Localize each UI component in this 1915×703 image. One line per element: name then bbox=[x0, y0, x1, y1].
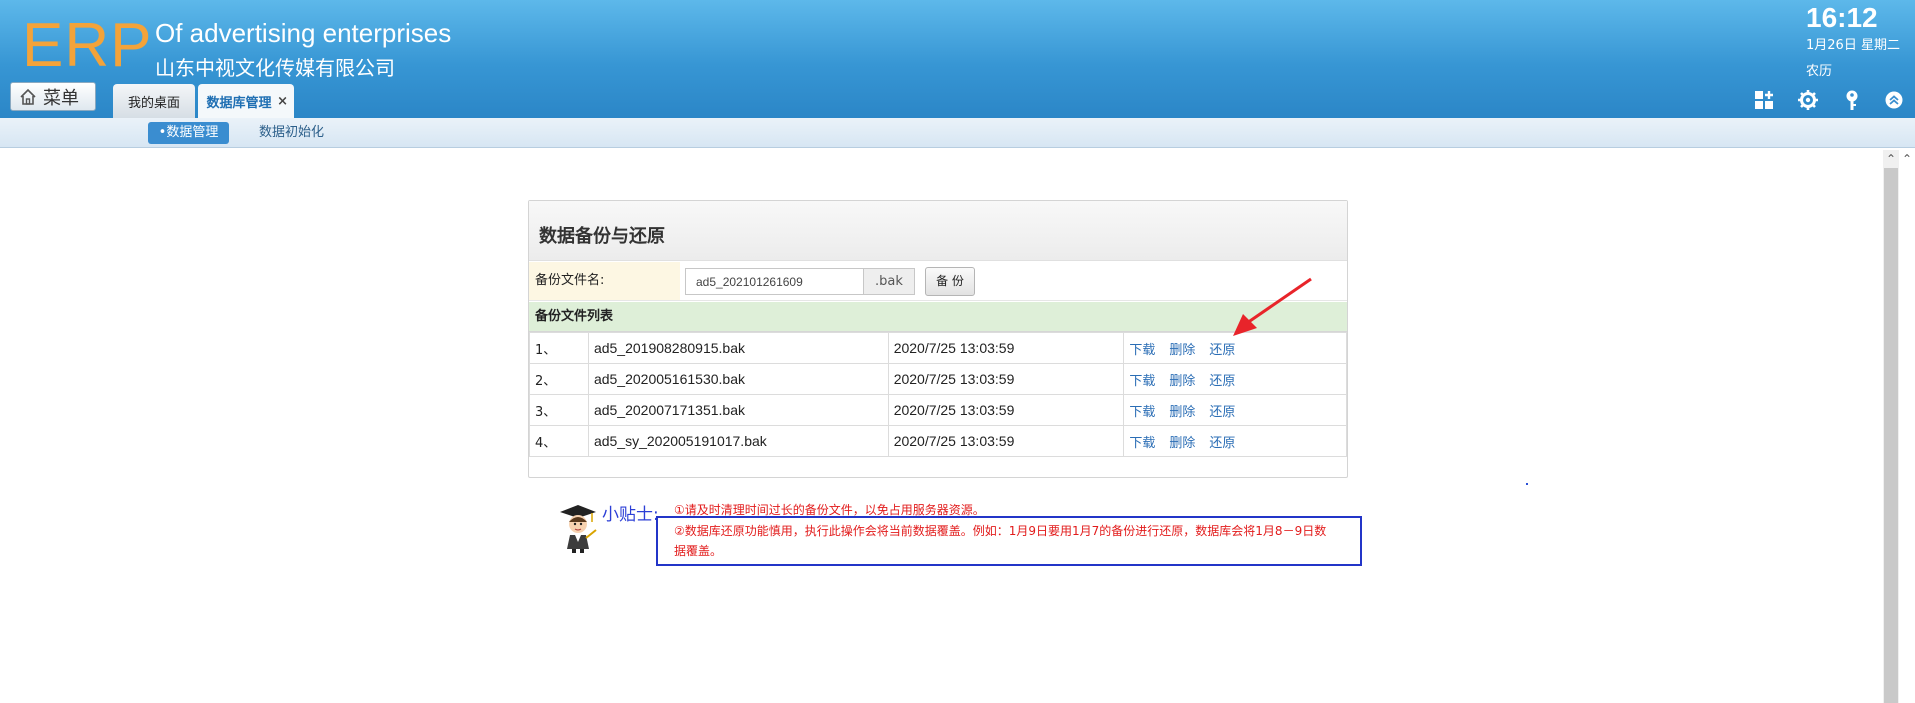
menu-button-label: 菜单 bbox=[43, 87, 79, 109]
restore-link[interactable]: 还原 bbox=[1209, 405, 1235, 420]
table-row: 2、 ad5_202005161530.bak 2020/7/25 13:03:… bbox=[529, 363, 1347, 395]
chevron-up-icon[interactable]: ⌃ bbox=[1883, 151, 1899, 167]
close-icon[interactable]: × bbox=[277, 94, 288, 109]
tab-my-desktop[interactable]: 我的桌面 bbox=[113, 84, 195, 118]
download-link[interactable]: 下载 bbox=[1129, 343, 1155, 358]
chevron-up-icon[interactable]: ⌃ bbox=[1900, 151, 1914, 167]
menu-button[interactable]: 菜单 bbox=[10, 82, 96, 111]
delete-link[interactable]: 删除 bbox=[1169, 343, 1195, 358]
file-name: ad5_202005161530.bak bbox=[587, 363, 889, 395]
backup-filename-label: 备份文件名: bbox=[529, 262, 680, 300]
scrollbar-thumb[interactable] bbox=[1884, 168, 1898, 703]
grid-add-icon[interactable] bbox=[1752, 88, 1776, 112]
tips-label: 小贴士: bbox=[602, 505, 659, 525]
table-row: 3、 ad5_202007171351.bak 2020/7/25 13:03:… bbox=[529, 394, 1347, 426]
tip-line-2: ②数据库还原功能慎用，执行此操作会将当前数据覆盖。例如：1月9日要用1月7的备份… bbox=[674, 524, 1327, 558]
download-link[interactable]: 下载 bbox=[1129, 405, 1155, 420]
mascot-scholar-icon bbox=[560, 505, 597, 553]
backup-file-table: 1、 ad5_201908280915.bak 2020/7/25 13:03:… bbox=[529, 332, 1347, 457]
row-index: 1、 bbox=[529, 332, 589, 364]
tab-label: 数据库管理 bbox=[206, 95, 272, 111]
panel-header: 数据备份与还原 bbox=[529, 201, 1347, 261]
file-extension-suffix: .bak bbox=[863, 268, 915, 295]
file-name: ad5_201908280915.bak bbox=[587, 332, 889, 364]
file-time: 2020/7/25 13:03:59 bbox=[887, 332, 1125, 364]
subnav-data-management[interactable]: •数据管理 bbox=[148, 122, 229, 144]
clock-time: 16:12 bbox=[1806, 2, 1878, 33]
sub-navigation: •数据管理 数据初始化 bbox=[0, 118, 1915, 148]
stray-dot bbox=[1526, 483, 1528, 485]
row-actions: 下载 删除 还原 bbox=[1123, 363, 1347, 395]
tab-label: 我的桌面 bbox=[127, 95, 180, 111]
clock-date: 1月26日 星期二 bbox=[1806, 38, 1900, 53]
gear-icon[interactable] bbox=[1796, 88, 1820, 112]
subnav-data-initialization[interactable]: 数据初始化 bbox=[259, 122, 324, 144]
row-index: 3、 bbox=[529, 394, 589, 426]
restore-link[interactable]: 还原 bbox=[1209, 374, 1235, 389]
erp-logo: ERP bbox=[22, 11, 153, 80]
file-time: 2020/7/25 13:03:59 bbox=[887, 425, 1125, 457]
backup-filename-input[interactable] bbox=[685, 268, 864, 295]
key-icon[interactable] bbox=[1840, 88, 1864, 112]
restore-link[interactable]: 还原 bbox=[1209, 436, 1235, 451]
lunar-calendar-link[interactable]: 农历 bbox=[1806, 60, 1832, 79]
company-name-en: Of advertising enterprises bbox=[155, 18, 452, 48]
collapse-up-icon[interactable] bbox=[1882, 88, 1906, 112]
file-name: ad5_202007171351.bak bbox=[587, 394, 889, 426]
annotation-arrow-icon bbox=[1233, 277, 1312, 336]
panel-title: 数据备份与还原 bbox=[539, 225, 665, 247]
home-icon bbox=[20, 88, 36, 105]
delete-link[interactable]: 删除 bbox=[1169, 374, 1195, 389]
tab-database-management[interactable]: 数据库管理 × bbox=[198, 84, 294, 118]
table-row: 4、 ad5_sy_202005191017.bak 2020/7/25 13:… bbox=[529, 425, 1347, 457]
row-actions: 下载 删除 还原 bbox=[1123, 425, 1347, 457]
backup-button[interactable]: 备 份 bbox=[925, 267, 975, 296]
delete-link[interactable]: 删除 bbox=[1169, 405, 1195, 420]
row-index: 2、 bbox=[529, 363, 589, 395]
company-name-cn: 山东中视文化传媒有限公司 bbox=[155, 56, 395, 80]
row-index: 4、 bbox=[529, 425, 589, 457]
restore-link[interactable]: 还原 bbox=[1209, 343, 1235, 358]
download-link[interactable]: 下载 bbox=[1129, 436, 1155, 451]
file-name: ad5_sy_202005191017.bak bbox=[587, 425, 889, 457]
file-time: 2020/7/25 13:03:59 bbox=[887, 363, 1125, 395]
download-link[interactable]: 下载 bbox=[1129, 374, 1155, 389]
table-row: 1、 ad5_201908280915.bak 2020/7/25 13:03:… bbox=[529, 332, 1347, 364]
row-actions: 下载 删除 还原 bbox=[1123, 394, 1347, 426]
file-time: 2020/7/25 13:03:59 bbox=[887, 394, 1125, 426]
delete-link[interactable]: 删除 bbox=[1169, 436, 1195, 451]
top-header: ERP Of advertising enterprises 山东中视文化传媒有… bbox=[0, 0, 1915, 118]
